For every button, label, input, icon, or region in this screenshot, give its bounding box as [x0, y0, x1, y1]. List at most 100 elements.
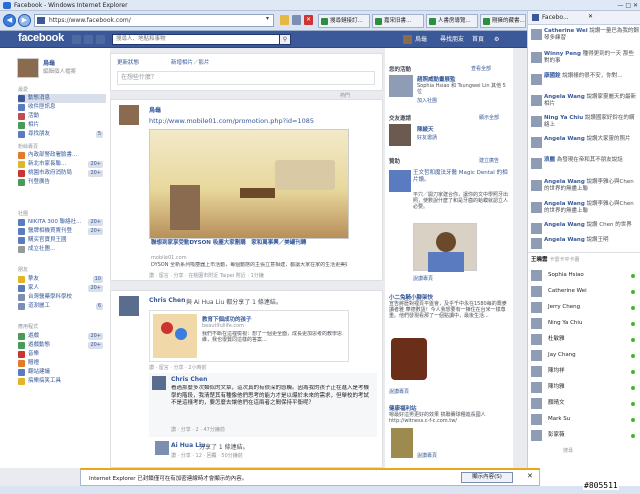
tab-2[interactable]: 嘉宋旧書...	[372, 14, 424, 28]
close-icon[interactable]: ✕	[527, 472, 533, 480]
sidebar-item-page[interactable]: 內政部警政署臉書...	[18, 151, 106, 160]
ticker-item[interactable]: Ning Ya Chiu 說讚國家好鈴在的網絡上	[531, 115, 639, 131]
ticker-item[interactable]: Catherine Wei 說讚一量巴為我的鋼琴多練習	[531, 28, 639, 44]
ticker-item[interactable]: Angela Wang 說讚李雅心與Chen的世界的無盡上聯	[531, 201, 639, 217]
url-field[interactable]: https://www.facebook.com/	[34, 14, 274, 27]
stop-icon[interactable]: ✕	[304, 15, 313, 25]
events-see-all[interactable]: 查看全部	[471, 65, 491, 72]
tab-4[interactable]: 剛擁的藏書...	[480, 14, 526, 28]
like-page-button[interactable]: 說讚專頁	[389, 388, 409, 395]
join-group-button[interactable]: 加入社團	[417, 97, 437, 104]
like-page-button[interactable]: 說讚專頁	[413, 275, 433, 282]
chat-friend[interactable]: 彭家薇	[531, 428, 639, 443]
event-image[interactable]	[389, 75, 413, 97]
tab-1[interactable]: 搜尋鏈接訂...	[318, 14, 370, 28]
chat-friend[interactable]: Catherine Wei	[531, 284, 639, 299]
ad-title[interactable]: 王文哲和魔法牙醫 Magic Dental 的相片讚。	[413, 170, 511, 184]
ticker-item[interactable]: 浪麗 為發現在帝和其不朋友說話	[531, 157, 639, 173]
nav-home[interactable]: 首頁	[472, 34, 484, 45]
ad-title[interactable]: 小二兔騎小腳架快	[389, 293, 433, 301]
sidebar-item-friend-list[interactable]: 道澍麗工 6	[18, 302, 106, 311]
sidebar-item-group[interactable]: 醫牌相機買賣刊登 20+	[18, 227, 106, 236]
sidebar-item-friend-list[interactable]: 摯友 10	[18, 275, 106, 284]
ad-image[interactable]	[413, 223, 477, 272]
post-actions[interactable]: 讚 · 留言 · 分享 · 2小時前	[149, 364, 207, 371]
create-ad-link[interactable]: 建立廣告	[479, 157, 499, 164]
sidebar-item-friend-list[interactable]: 家人 20+	[18, 284, 106, 293]
sidebar-item-news-feed[interactable]: 動態消息	[18, 94, 106, 103]
chat-friend[interactable]: Jay Chang	[531, 348, 639, 363]
sidebar-item-messages[interactable]: 收件匣訊息	[18, 103, 106, 112]
sort-dropdown[interactable]: 熱門	[340, 92, 350, 99]
post-link-url[interactable]: http://www.mobile01.com/promotion.php?id…	[149, 117, 314, 125]
sidebar-item-page[interactable]: 桃園市政府消防局 20+	[18, 169, 106, 178]
forward-arrow-icon[interactable]: ▶	[18, 14, 31, 27]
post-author[interactable]: 烏龜	[149, 105, 161, 114]
comment-author[interactable]: Chris Chen	[171, 376, 207, 383]
ticker-item[interactable]: Angela Wang 說讚大家靈的照片	[531, 136, 639, 152]
search-icon[interactable]: ⚲	[279, 34, 291, 45]
link-title[interactable]: 教育下個成功的孩子	[202, 315, 252, 323]
comment-meta[interactable]: 讚 · 分享 · 2 · 47分鐘前	[171, 426, 225, 433]
chat-tab[interactable]: Facebo... ✕	[528, 11, 640, 25]
sidebar-item-app[interactable]: 贈禮	[18, 359, 106, 368]
messages-icon[interactable]	[84, 35, 93, 44]
avatar[interactable]	[389, 124, 411, 146]
chat-friend[interactable]: 陳均雅	[531, 380, 639, 395]
nav-profile[interactable]: 烏龜	[415, 34, 427, 45]
avatar[interactable]	[155, 441, 169, 455]
ad-image[interactable]	[391, 428, 413, 458]
account-menu-icon[interactable]: ⚙	[494, 34, 499, 45]
avatar[interactable]	[119, 296, 139, 316]
add-friend-button[interactable]: 好友邀請	[417, 134, 437, 141]
update-status-tab[interactable]: 更新狀態	[117, 58, 139, 66]
notifications-icon[interactable]	[96, 35, 105, 44]
sidebar-item-group[interactable]: 購买官寶貝王國	[18, 236, 106, 245]
facebook-logo[interactable]: facebook	[18, 32, 64, 44]
ad-logo[interactable]	[389, 170, 411, 192]
sidebar-item-app[interactable]: 搞樂搞笑工具	[18, 377, 106, 386]
show-content-button[interactable]: 顯示內容(S)	[461, 472, 513, 483]
share-meta[interactable]: 讚 · 分享 · 12 · 回覆 · 50分鐘前	[171, 452, 243, 459]
sidebar-item-advertise[interactable]: 刊登廣告	[18, 178, 106, 187]
online-header[interactable]: 王曉雲 卡雷卡平卡蕾	[531, 255, 579, 263]
chat-friend[interactable]: Ning Ya Chiu	[531, 316, 639, 331]
window-controls[interactable]: — □ ✕	[598, 1, 638, 10]
event-name[interactable]: 趙照威動畫展監	[417, 75, 456, 83]
chat-friend[interactable]: 杜敏雅	[531, 332, 639, 347]
sidebar-item-create-group[interactable]: 成立社團...	[18, 245, 106, 254]
chat-search[interactable]: 搜尋	[563, 447, 573, 454]
chat-friend[interactable]: 陳均祥	[531, 364, 639, 379]
sidebar-item-page[interactable]: 新北市家長聯... 20+	[18, 160, 106, 169]
avatar[interactable]	[152, 376, 166, 390]
chat-friend[interactable]: 顏晴文	[531, 396, 639, 411]
ticker-item[interactable]: Angela Wang 說讚 Chen 的世界	[531, 222, 639, 236]
ticker-item[interactable]: Angela Wang 說讚王明	[531, 237, 639, 251]
tab-3[interactable]: 人書房導覽...	[426, 14, 478, 28]
ticker-item[interactable]: Angela Wang 說讚家靈麗天的最新相片	[531, 94, 639, 110]
sidebar-item-app[interactable]: 遊戲動態 20+	[18, 341, 106, 350]
avatar[interactable]	[403, 35, 412, 44]
avatar[interactable]	[119, 105, 139, 125]
ticker-item[interactable]: Winny Peng 種得更到的一天 那些對的事	[531, 51, 639, 67]
post-actions[interactable]: 讚 · 留言 · 分享 · 在桃園市附近 Taipei 附近 · 1分鐘	[149, 272, 264, 279]
url-dropdown-icon[interactable]: ▾	[266, 15, 269, 22]
close-icon[interactable]: ✕	[588, 13, 593, 20]
edit-profile-link[interactable]: 編輯個人檔案	[43, 67, 76, 75]
sidebar-item-photos[interactable]: 相片	[18, 121, 106, 130]
status-input[interactable]: 在想些什麼？	[117, 71, 375, 85]
post-author[interactable]: Chris Chen	[149, 297, 185, 304]
sidebar-item-find-friends[interactable]: 尋找朋友 5	[18, 130, 106, 139]
search-input[interactable]: 搜尋人、地點和事物	[112, 34, 280, 45]
ticker-item[interactable]: Angela Wang 說讚李雅心與Chen的世界的無盡上聯	[531, 179, 639, 195]
sidebar-item-group[interactable]: NIKITA 300 聯絡社... 20+	[18, 218, 106, 227]
sidebar-item-app[interactable]: 翻站建議	[18, 368, 106, 377]
suggest-see-all[interactable]: 顯示全部	[479, 114, 499, 121]
sidebar-item-events[interactable]: 活動	[18, 112, 106, 121]
shared-link[interactable]: 教育下個成功的孩子 beautifullife.com 我們不斷在這裡檢視：想了…	[149, 310, 349, 362]
chat-friend[interactable]: Mark Su	[531, 412, 639, 427]
nav-find-friends[interactable]: 尋找朋友	[440, 34, 464, 45]
refresh-icon[interactable]	[292, 15, 301, 25]
friend-requests-icon[interactable]	[72, 35, 81, 44]
ticker-item[interactable]: 康國銓 說讚樣的很不安，你對...	[531, 73, 639, 89]
